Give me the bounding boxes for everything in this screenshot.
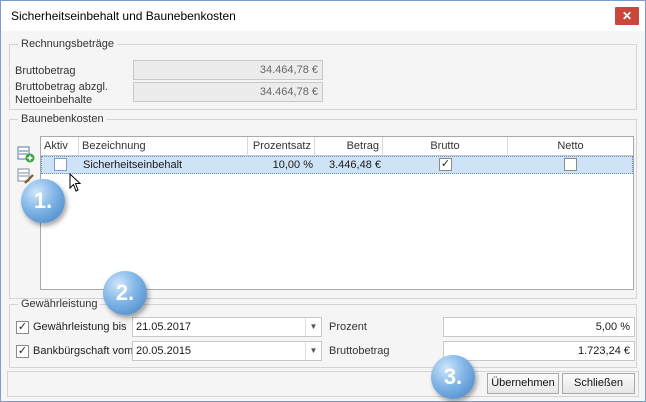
gewaehrleistung-bruttobetrag-field[interactable]: 1.723,24 €	[443, 341, 635, 361]
column-header-prozentsatz[interactable]: Prozentsatz	[248, 137, 315, 156]
bruttobetrag-label: Bruttobetrag	[15, 65, 76, 77]
chevron-down-icon[interactable]: ▼	[305, 318, 321, 336]
gewaehrleistung-bis-label[interactable]: Gewährleistung bis	[33, 321, 127, 333]
schliessen-button[interactable]: Schließen	[562, 373, 635, 394]
column-header-betrag[interactable]: Betrag	[315, 137, 383, 156]
prozent-label: Prozent	[329, 321, 367, 333]
column-header-brutto[interactable]: Brutto	[383, 137, 508, 156]
gewaehrleistung-legend: Gewährleistung	[21, 298, 98, 310]
add-row-button[interactable]	[17, 145, 35, 163]
baunebenkosten-grid[interactable]: Aktiv Bezeichnung Prozentsatz Betrag Bru…	[40, 136, 634, 290]
prozentsatz-cell[interactable]: 10,00 %	[249, 157, 316, 173]
bankbuergschaft-date-picker[interactable]: 20.05.2015 ▼	[132, 341, 322, 361]
add-row-icon	[17, 146, 35, 163]
gewaehrleistung-bis-checkbox[interactable]: ✓	[16, 321, 29, 334]
bankbuergschaft-checkbox[interactable]: ✓	[16, 345, 29, 358]
bruttobetrag-field: 34.464,78 €	[133, 60, 323, 80]
column-header-netto[interactable]: Netto	[508, 137, 633, 156]
mouse-cursor-icon	[69, 173, 81, 192]
abzgl-label-line2: Nettoeinbehalte	[15, 94, 93, 106]
betrag-cell[interactable]: 3.446,48 €	[316, 157, 384, 173]
gewaehrleistung-bis-date-picker[interactable]: 21.05.2017 ▼	[132, 317, 322, 337]
step-badge-2: 2.	[103, 271, 147, 315]
rechnungsbetraege-legend: Rechnungsbeträge	[21, 38, 114, 50]
bankbuergschaft-label[interactable]: Bankbürgschaft vom	[33, 345, 133, 357]
column-header-aktiv[interactable]: Aktiv	[41, 137, 79, 156]
bezeichnung-cell[interactable]: Sicherheitseinbehalt	[80, 157, 249, 173]
table-row[interactable]: Sicherheitseinbehalt 10,00 % 3.446,48 € …	[41, 156, 633, 174]
bankbuergschaft-date: 20.05.2015	[136, 345, 192, 357]
aktiv-checkbox[interactable]	[54, 158, 67, 171]
brutto-checkbox[interactable]: ✓	[439, 158, 452, 171]
step-badge-3: 3.	[431, 355, 475, 399]
baunebenkosten-legend: Baunebenkosten	[21, 113, 104, 125]
column-header-bezeichnung[interactable]: Bezeichnung	[79, 137, 248, 156]
rechnungsbetraege-group: Rechnungsbeträge	[9, 38, 637, 110]
dialog-window: Sicherheitseinbehalt und Baunebenkosten …	[0, 0, 646, 402]
close-window-button[interactable]: ✕	[615, 7, 639, 25]
grid-header: Aktiv Bezeichnung Prozentsatz Betrag Bru…	[41, 137, 633, 156]
bruttobetrag-abzgl-field: 34.464,78 €	[133, 82, 323, 102]
title-bar: Sicherheitseinbehalt und Baunebenkosten …	[1, 1, 645, 31]
chevron-down-icon[interactable]: ▼	[305, 342, 321, 360]
gewaehrleistung-bis-date: 21.05.2017	[136, 321, 192, 333]
netto-checkbox[interactable]	[564, 158, 577, 171]
step-badge-1: 1.	[21, 179, 65, 223]
gewaehrleistung-bruttobetrag-label: Bruttobetrag	[329, 345, 390, 357]
uebernehmen-button[interactable]: Übernehmen	[487, 373, 559, 394]
window-title: Sicherheitseinbehalt und Baunebenkosten	[11, 9, 236, 23]
abzgl-label-line1: Bruttobetrag abzgl.	[15, 81, 108, 93]
prozent-field[interactable]: 5,00 %	[443, 317, 635, 337]
